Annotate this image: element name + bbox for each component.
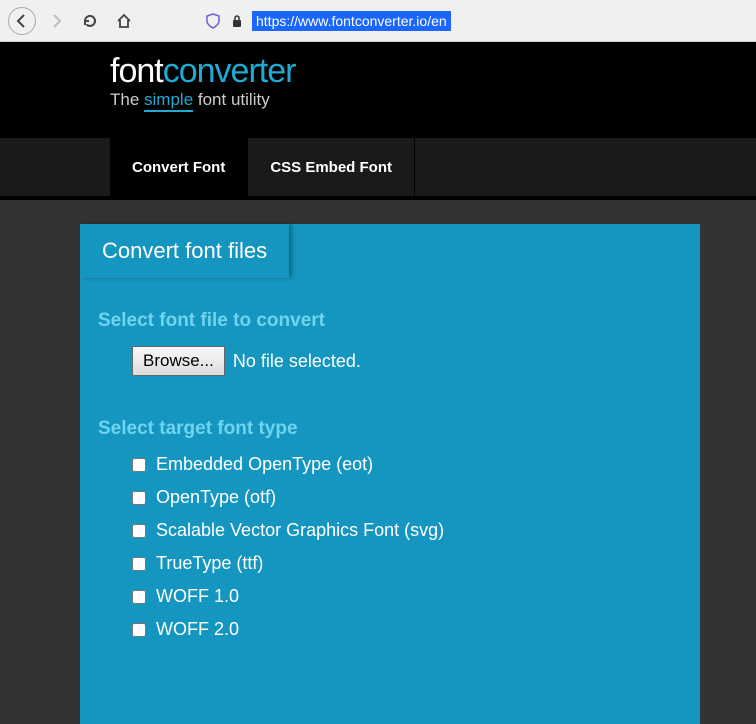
convert-panel: Convert font files Select font file to c…: [80, 224, 700, 724]
shield-icon: [204, 12, 222, 30]
forward-button[interactable]: [42, 7, 70, 35]
font-type-checkbox[interactable]: [132, 557, 146, 571]
url-bar[interactable]: https://www.fontconverter.io/en: [204, 11, 748, 31]
font-type-checkbox[interactable]: [132, 623, 146, 637]
font-type-label: OpenType (otf): [156, 487, 276, 508]
page-header: fontconverter The simple font utility: [0, 42, 756, 138]
tagline-pre: The: [110, 90, 144, 109]
font-type-checkbox[interactable]: [132, 590, 146, 604]
font-type-label: Scalable Vector Graphics Font (svg): [156, 520, 444, 541]
url-text[interactable]: https://www.fontconverter.io/en: [252, 11, 451, 31]
type-section-label: Select target font type: [98, 418, 682, 440]
content-area: Convert font files Select font file to c…: [0, 200, 756, 724]
file-status-text: No file selected.: [233, 351, 361, 372]
logo-part-font: font: [110, 52, 163, 90]
font-type-label: WOFF 1.0: [156, 586, 239, 607]
lock-icon: [228, 12, 246, 30]
font-type-option[interactable]: Scalable Vector Graphics Font (svg): [132, 520, 682, 541]
font-type-list: Embedded OpenType (eot) OpenType (otf) S…: [132, 454, 682, 640]
font-type-checkbox[interactable]: [132, 524, 146, 538]
font-type-option[interactable]: OpenType (otf): [132, 487, 682, 508]
font-type-label: WOFF 2.0: [156, 619, 239, 640]
back-button[interactable]: [8, 7, 36, 35]
font-type-option[interactable]: WOFF 1.0: [132, 586, 682, 607]
tagline-emphasis: simple: [144, 90, 193, 112]
panel-body: Select font file to convert Browse... No…: [80, 278, 700, 670]
site-logo[interactable]: fontconverter: [110, 54, 756, 88]
font-type-option[interactable]: Embedded OpenType (eot): [132, 454, 682, 475]
font-type-checkbox[interactable]: [132, 458, 146, 472]
reload-button[interactable]: [76, 7, 104, 35]
file-section-label: Select font file to convert: [98, 310, 682, 332]
tagline: The simple font utility: [110, 90, 756, 110]
logo-part-converter: converter: [163, 52, 296, 90]
main-nav: Convert Font CSS Embed Font: [0, 138, 756, 196]
font-type-label: Embedded OpenType (eot): [156, 454, 373, 475]
browse-button[interactable]: Browse...: [132, 346, 225, 376]
tab-convert-font[interactable]: Convert Font: [110, 138, 248, 196]
font-type-label: TrueType (ttf): [156, 553, 263, 574]
font-type-option[interactable]: TrueType (ttf): [132, 553, 682, 574]
file-picker-row: Browse... No file selected.: [132, 346, 682, 376]
tab-label: CSS Embed Font: [270, 159, 392, 176]
panel-title: Convert font files: [80, 224, 289, 278]
home-button[interactable]: [110, 7, 138, 35]
browser-toolbar: https://www.fontconverter.io/en: [0, 0, 756, 42]
font-type-option[interactable]: WOFF 2.0: [132, 619, 682, 640]
tab-label: Convert Font: [132, 159, 225, 176]
tagline-post: font utility: [193, 90, 270, 109]
tab-css-embed-font[interactable]: CSS Embed Font: [248, 138, 415, 196]
font-type-checkbox[interactable]: [132, 491, 146, 505]
